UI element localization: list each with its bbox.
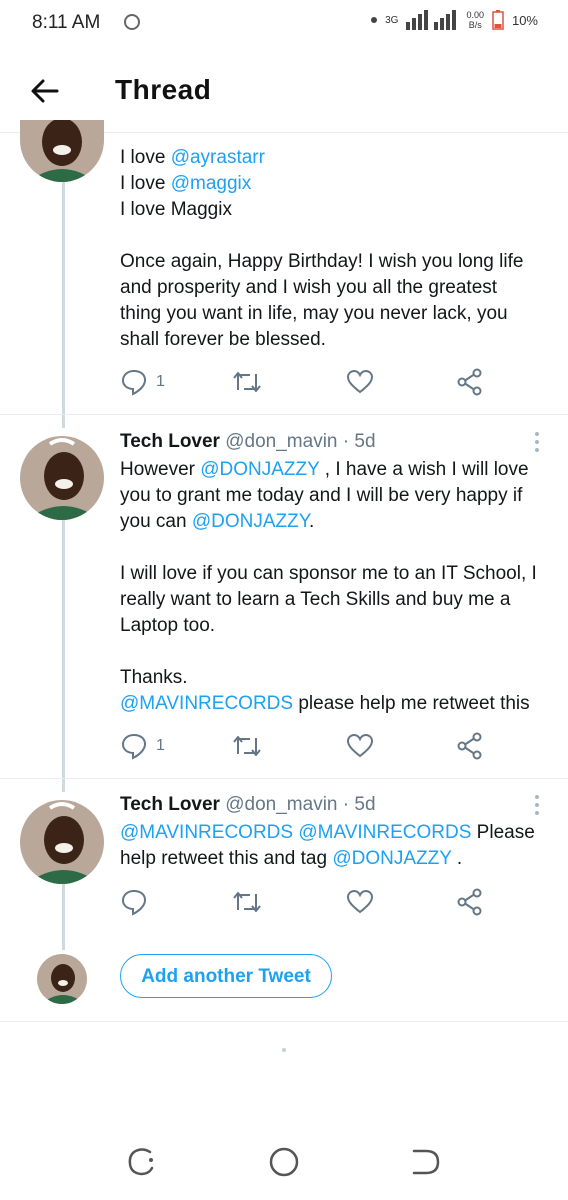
- tweet-actions: [120, 888, 500, 918]
- tweet-line: I love @ayrastarr: [120, 147, 265, 168]
- reply-button[interactable]: 1: [120, 368, 165, 396]
- tweet-meta: Tech Lover @don_mavin · 5d: [120, 431, 376, 453]
- home-icon[interactable]: [266, 1144, 302, 1180]
- reply-count: 1: [156, 373, 165, 390]
- retweet-icon[interactable]: [232, 368, 262, 396]
- avatar[interactable]: [20, 120, 104, 182]
- mention-link[interactable]: @DONJAZZY: [192, 511, 309, 532]
- author-handle[interactable]: @don_mavin: [225, 431, 337, 452]
- status-time: 8:11 AM: [32, 12, 101, 33]
- speed-value: 0.00: [466, 10, 484, 20]
- thread-line: [62, 182, 65, 428]
- tweet-body: Thanks.: [120, 667, 188, 688]
- tweet-body: I will love if you can sponsor me to an …: [120, 563, 537, 636]
- reply-icon: [121, 369, 147, 396]
- reply-count: 1: [156, 737, 165, 754]
- add-another-tweet-button[interactable]: Add another Tweet: [120, 954, 332, 998]
- reply-icon[interactable]: [120, 888, 148, 916]
- tweet-body: @MAVINRECORDS please help me retweet thi…: [120, 693, 530, 714]
- recent-apps-icon[interactable]: [124, 1144, 160, 1180]
- tweet-divider: [0, 778, 568, 779]
- tweet-divider: [0, 414, 568, 415]
- share-icon[interactable]: [456, 732, 484, 760]
- tweet-time: · 5d: [342, 794, 376, 815]
- signal-icon: [406, 10, 457, 30]
- retweet-icon[interactable]: [232, 732, 262, 760]
- tweet-actions: 1: [120, 732, 500, 762]
- mention-link[interactable]: @MAVINRECORDS: [120, 822, 293, 843]
- mention-link[interactable]: @MAVINRECORDS: [120, 693, 293, 714]
- retweet-icon[interactable]: [232, 888, 262, 916]
- like-icon[interactable]: [346, 888, 374, 916]
- dot-icon: [371, 17, 378, 23]
- back-icon[interactable]: [408, 1144, 444, 1180]
- like-icon[interactable]: [346, 368, 374, 396]
- tweet-line: I love Maggix: [120, 199, 232, 220]
- battery-icon: [492, 10, 504, 30]
- mention-link[interactable]: @maggix: [171, 173, 252, 194]
- author-name[interactable]: Tech Lover: [120, 431, 220, 452]
- like-icon[interactable]: [346, 732, 374, 760]
- avatar[interactable]: [20, 436, 104, 520]
- mention-link[interactable]: @ayrastarr: [171, 147, 265, 168]
- tweet-time: · 5d: [342, 431, 376, 452]
- share-icon[interactable]: [456, 368, 484, 396]
- network-type: 3G: [385, 14, 399, 26]
- reply-icon: [121, 733, 147, 760]
- status-right: 3G 0.00 B/s 10%: [371, 10, 538, 30]
- tweet-actions: 1: [120, 368, 500, 398]
- share-icon[interactable]: [456, 888, 484, 916]
- avatar[interactable]: [20, 800, 104, 884]
- speed-unit: B/s: [468, 20, 482, 30]
- dot-indicator: [282, 1048, 286, 1052]
- compose-divider: [0, 1021, 568, 1022]
- page-title: Thread: [115, 74, 212, 105]
- thread-line: [62, 884, 65, 950]
- mention-link[interactable]: @DONJAZZY: [200, 459, 319, 480]
- tweet-body: However @DONJAZZY , I have a wish I will…: [120, 459, 529, 532]
- reply-button[interactable]: 1: [120, 732, 165, 760]
- user-avatar: [37, 954, 87, 1004]
- mention-link[interactable]: @DONJAZZY: [332, 848, 451, 869]
- thread-line: [62, 520, 65, 792]
- more-icon[interactable]: [530, 430, 544, 454]
- author-handle[interactable]: @don_mavin: [225, 794, 337, 815]
- back-arrow-icon[interactable]: [30, 76, 60, 106]
- tweet-body: Once again, Happy Birthday! I wish you l…: [120, 251, 524, 350]
- mention-link[interactable]: @MAVINRECORDS: [298, 822, 471, 843]
- tweet-meta: Tech Lover @don_mavin · 5d: [120, 794, 376, 816]
- status-app-icon: [124, 14, 140, 30]
- author-name[interactable]: Tech Lover: [120, 794, 220, 815]
- battery-level: 10%: [511, 12, 538, 28]
- tweet-line: I love @maggix: [120, 173, 252, 194]
- tweet-body: @MAVINRECORDS @MAVINRECORDS Please help …: [120, 822, 535, 869]
- more-icon[interactable]: [530, 793, 544, 817]
